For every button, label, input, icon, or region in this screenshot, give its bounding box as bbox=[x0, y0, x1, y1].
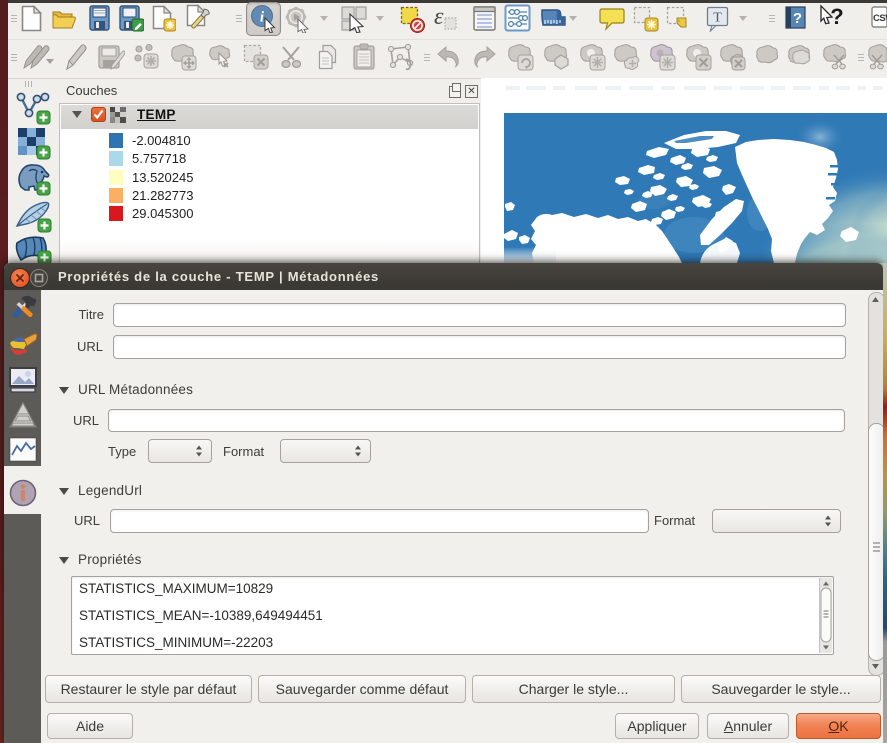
svg-text:ε: ε bbox=[434, 6, 444, 30]
svg-text:?: ? bbox=[830, 4, 843, 29]
svg-text:T: T bbox=[713, 11, 722, 26]
svg-text:?: ? bbox=[793, 10, 802, 27]
svg-text:CSW: CSW bbox=[873, 13, 887, 24]
